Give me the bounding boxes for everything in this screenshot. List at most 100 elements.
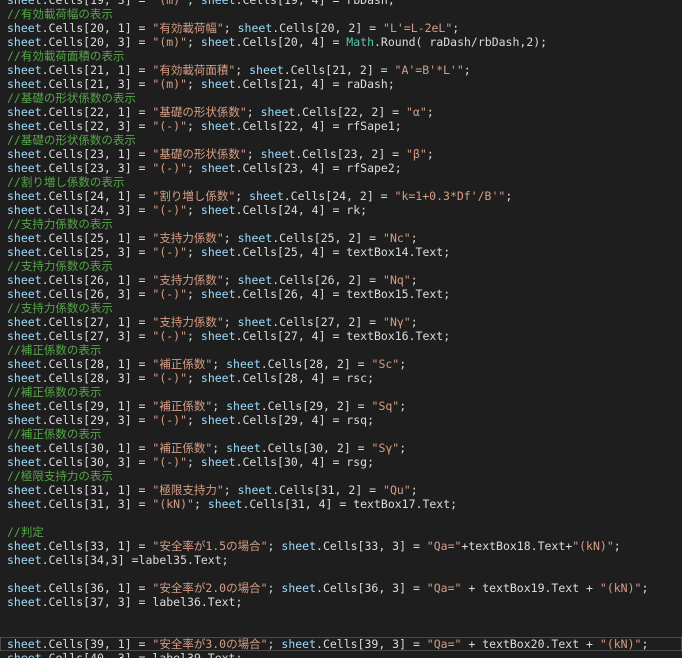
code-line[interactable]: //補正係数の表示 [0, 427, 682, 441]
code-text: .Cells[20, 4] = [235, 35, 347, 49]
code-line[interactable]: sheet.Cells[22, 3] = "(-)"; sheet.Cells[… [0, 119, 682, 133]
code-identifier: sheet [200, 245, 236, 259]
code-text: ; [223, 315, 238, 329]
code-identifier: sheet [7, 651, 42, 658]
code-line[interactable] [0, 609, 682, 623]
code-identifier: sheet [7, 63, 42, 77]
code-text: .Cells[36, 3] = [316, 581, 427, 595]
code-line[interactable]: sheet.Cells[24, 3] = "(-)"; sheet.Cells[… [0, 203, 682, 217]
code-line[interactable]: sheet.Cells[31, 3] = "(kN)"; sheet.Cells… [0, 497, 682, 511]
code-line[interactable]: sheet.Cells[20, 3] = "(m)"; sheet.Cells[… [0, 35, 682, 49]
code-line[interactable]: sheet.Cells[36, 1] = "安全率が2.0の場合"; sheet… [0, 581, 682, 595]
code-text: .Cells[34,3] =label35.Text; [41, 553, 229, 567]
code-string: "支持力係数" [152, 273, 224, 287]
code-line[interactable]: //判定 [0, 525, 682, 539]
code-string: "Qa=" [426, 637, 462, 651]
code-identifier: sheet [7, 595, 42, 609]
code-comment: //基礎の形状係数の表示 [7, 133, 136, 147]
code-text: .Cells[40, 3] = label39.Text; [41, 651, 243, 658]
code-line[interactable]: sheet.Cells[23, 1] = "基礎の形状係数"; sheet.Ce… [0, 147, 682, 161]
code-line[interactable]: sheet.Cells[26, 1] = "支持力係数"; sheet.Cell… [0, 273, 682, 287]
code-line[interactable]: //割り増し係数の表示 [0, 175, 682, 189]
code-text: + textBox20.Text + [461, 637, 600, 651]
code-identifier: sheet [260, 105, 296, 119]
code-string: "Nq" [383, 273, 411, 287]
code-line[interactable]: sheet.Cells[26, 3] = "(-)"; sheet.Cells[… [0, 287, 682, 301]
code-text: .Cells[29, 1] = [41, 399, 153, 413]
code-text: ; [410, 315, 418, 329]
code-string: "Qu" [383, 483, 411, 497]
code-string: "Sq" [371, 399, 400, 413]
code-line[interactable]: sheet.Cells[29, 1] = "補正係数"; sheet.Cells… [0, 399, 682, 413]
code-line[interactable]: //有効載荷面積の表示 [0, 49, 682, 63]
code-text: ; [187, 287, 201, 301]
code-line[interactable]: sheet.Cells[20, 1] = "有効載荷幅"; sheet.Cell… [0, 21, 682, 35]
code-string: "(kN)" [599, 581, 642, 595]
code-line[interactable]: //支持力係数の表示 [0, 301, 682, 315]
code-string: "(m)" [152, 77, 188, 91]
code-text: .Cells[30, 2] = [260, 441, 372, 455]
code-line[interactable]: //支持力係数の表示 [0, 259, 682, 273]
code-string: "(-)" [152, 371, 188, 385]
code-text: .Cells[33, 1] = [41, 539, 153, 553]
code-line[interactable]: //極限支持力の表示 [0, 469, 682, 483]
code-text: ; [223, 21, 238, 35]
code-identifier: sheet [7, 455, 42, 469]
code-text: .Cells[29, 2] = [260, 399, 372, 413]
code-line[interactable]: //有効載荷幅の表示 [0, 7, 682, 21]
code-line[interactable]: sheet.Cells[30, 3] = "(-)"; sheet.Cells[… [0, 455, 682, 469]
code-line[interactable]: sheet.Cells[24, 1] = "割り増し係数"; sheet.Cel… [0, 189, 682, 203]
code-comment: //支持力係数の表示 [7, 217, 113, 231]
code-line[interactable]: sheet.Cells[33, 1] = "安全率が1.5の場合"; sheet… [0, 539, 682, 553]
code-line[interactable]: //基礎の形状係数の表示 [0, 91, 682, 105]
code-line[interactable]: sheet.Cells[27, 3] = "(-)"; sheet.Cells[… [0, 329, 682, 343]
code-text: .Cells[28, 4] = rsc; [235, 371, 374, 385]
code-line[interactable]: sheet.Cells[25, 1] = "支持力係数"; sheet.Cell… [0, 231, 682, 245]
code-text: .Cells[29, 3] = [41, 413, 153, 427]
code-text: .Cells[20, 2] = [272, 21, 384, 35]
code-line[interactable]: sheet.Cells[40, 3] = label39.Text; [0, 651, 682, 658]
code-identifier: sheet [7, 371, 42, 385]
code-text: .Cells[30, 4] = rsg; [235, 455, 374, 469]
code-line[interactable]: sheet.Cells[28, 3] = "(-)"; sheet.Cells[… [0, 371, 682, 385]
code-comment: //補正係数の表示 [7, 343, 102, 357]
code-identifier: sheet [7, 203, 42, 217]
code-line[interactable]: sheet.Cells[23, 3] = "(-)"; sheet.Cells[… [0, 161, 682, 175]
code-line[interactable]: //補正係数の表示 [0, 385, 682, 399]
code-line[interactable]: sheet.Cells[30, 1] = "補正係数"; sheet.Cells… [0, 441, 682, 455]
code-editor[interactable]: sheet.Cells[19, 3] = "(m)"; sheet.Cells[… [0, 0, 682, 658]
code-line[interactable]: sheet.Cells[19, 3] = "(m)"; sheet.Cells[… [0, 0, 682, 7]
code-line[interactable] [0, 623, 682, 637]
code-text: ; [452, 21, 460, 35]
code-line[interactable]: sheet.Cells[34,3] =label35.Text; [0, 553, 682, 567]
code-line[interactable]: sheet.Cells[21, 1] = "有効載荷面積"; sheet.Cel… [0, 63, 682, 77]
code-identifier: sheet [249, 63, 284, 77]
code-text: .Cells[22, 3] = [41, 119, 153, 133]
code-line[interactable] [0, 567, 682, 581]
code-line[interactable]: //支持力係数の表示 [0, 217, 682, 231]
code-line[interactable]: sheet.Cells[25, 3] = "(-)"; sheet.Cells[… [0, 245, 682, 259]
code-text: .Cells[22, 1] = [41, 105, 153, 119]
code-line[interactable]: sheet.Cells[28, 1] = "補正係数"; sheet.Cells… [0, 357, 682, 371]
code-line[interactable]: sheet.Cells[27, 1] = "支持力係数"; sheet.Cell… [0, 315, 682, 329]
code-line[interactable]: //基礎の形状係数の表示 [0, 133, 682, 147]
code-line[interactable]: sheet.Cells[37, 3] = label36.Text; [0, 595, 682, 609]
code-string: "Nγ" [383, 315, 411, 329]
code-string: "支持力係数" [152, 315, 224, 329]
code-string: "(m)" [152, 35, 188, 49]
code-line[interactable]: //補正係数の表示 [0, 343, 682, 357]
code-identifier: sheet [7, 161, 42, 175]
code-line[interactable]: sheet.Cells[21, 3] = "(m)"; sheet.Cells[… [0, 77, 682, 91]
code-string: "安全率が2.0の場合" [152, 581, 268, 595]
code-line[interactable] [0, 511, 682, 525]
code-line[interactable]: sheet.Cells[29, 3] = "(-)"; sheet.Cells[… [0, 413, 682, 427]
code-text: .Cells[24, 4] = rk; [235, 203, 368, 217]
code-text: ; [235, 189, 250, 203]
code-identifier: sheet [7, 35, 42, 49]
code-line-current[interactable]: sheet.Cells[39, 1] = "安全率が3.0の場合"; sheet… [0, 637, 682, 651]
code-line[interactable]: sheet.Cells[22, 1] = "基礎の形状係数"; sheet.Ce… [0, 105, 682, 119]
code-identifier: sheet [7, 273, 42, 287]
code-line[interactable]: sheet.Cells[31, 1] = "極限支持力"; sheet.Cell… [0, 483, 682, 497]
code-text: .Cells[27, 3] = [41, 329, 153, 343]
code-identifier: sheet [226, 399, 261, 413]
